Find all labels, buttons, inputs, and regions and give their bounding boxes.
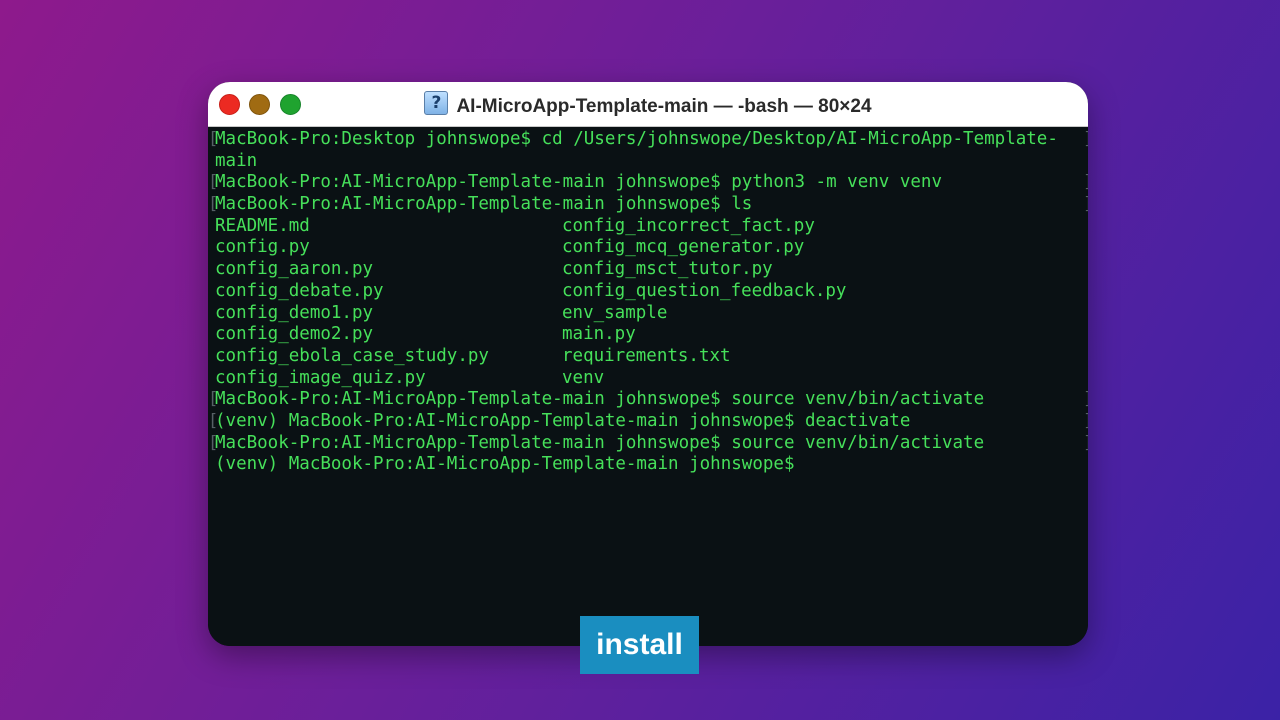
terminal-output[interactable]: [MacBook-Pro:Desktop johnswope$ cd /User…: [208, 127, 1088, 646]
ls-row: config.py config_mcq_generator.py: [215, 237, 1088, 259]
ls-file: config.py: [215, 237, 310, 258]
window-title: AI-MicroApp-Template-main — -bash — 80×2…: [208, 91, 1088, 118]
title-bar[interactable]: AI-MicroApp-Template-main — -bash — 80×2…: [208, 82, 1088, 127]
terminal-line: [MacBook-Pro:AI-MicroApp-Template-main j…: [208, 432, 1088, 455]
ls-file: config_aaron.py: [215, 259, 374, 280]
terminal-line: main: [215, 151, 1088, 173]
line-bracket-left: [: [208, 432, 219, 453]
terminal-line: [MacBook-Pro:Desktop johnswope$ cd /User…: [208, 129, 1088, 151]
ls-file: config_ebola_case_study.py: [215, 345, 489, 366]
ls-file: env_sample: [562, 302, 668, 323]
ls-file: config_demo1.py: [215, 302, 374, 323]
terminal-line: [(venv) MacBook-Pro:AI-MicroApp-Template…: [208, 410, 1088, 433]
ls-row: README.md config_incorrect_fact.py: [215, 216, 1088, 238]
line-bracket-right: ]: [1083, 129, 1088, 151]
ls-file: config_mcq_generator.py: [562, 237, 805, 258]
terminal-prompt: (venv) MacBook-Pro:AI-MicroApp-Template-…: [215, 454, 795, 475]
ls-file: main.py: [562, 324, 636, 345]
terminal-line-text: MacBook-Pro:AI-MicroApp-Template-main jo…: [215, 172, 942, 193]
ls-row: config_aaron.py config_msct_tutor.py: [215, 259, 1088, 281]
ls-row: config_demo1.py env_sample: [215, 303, 1088, 325]
ls-file: README.md: [215, 215, 310, 236]
line-bracket-left: [: [208, 129, 219, 149]
ls-file: config_incorrect_fact.py: [562, 215, 815, 236]
ls-file: venv: [562, 367, 605, 388]
terminal-line: [MacBook-Pro:AI-MicroApp-Template-main j…: [208, 389, 1088, 411]
terminal-line: [MacBook-Pro:AI-MicroApp-Template-main j…: [208, 172, 1088, 194]
line-bracket-right: ]: [1083, 389, 1088, 411]
install-badge: install: [580, 616, 699, 674]
window-title-text: AI-MicroApp-Template-main — -bash — 80×2…: [456, 96, 872, 117]
terminal-line-text: MacBook-Pro:AI-MicroApp-Template-main jo…: [215, 389, 985, 410]
line-bracket-right: ]: [1083, 172, 1088, 194]
ls-row: config_debate.py config_question_feedback…: [215, 281, 1088, 303]
line-bracket-right: ]: [1083, 433, 1088, 455]
terminal-line-text: MacBook-Pro:Desktop johnswope$ cd /Users…: [215, 129, 1058, 149]
terminal-line-text: MacBook-Pro:AI-MicroApp-Template-main jo…: [215, 432, 985, 453]
ls-file: config_debate.py: [215, 280, 384, 301]
line-bracket-left: [: [208, 389, 219, 410]
ls-file: requirements.txt: [562, 345, 731, 366]
terminal-line: [MacBook-Pro:AI-MicroApp-Template-main j…: [208, 194, 1088, 216]
ls-file: config_demo2.py: [215, 324, 374, 345]
terminal-line-text: MacBook-Pro:AI-MicroApp-Template-main jo…: [215, 194, 753, 215]
line-bracket-left: [: [208, 194, 219, 215]
line-bracket-left: [: [208, 410, 219, 431]
ls-row: config_demo2.py main.py: [215, 324, 1088, 346]
ls-file: config_msct_tutor.py: [562, 259, 773, 280]
ls-row: config_image_quiz.py venv: [215, 368, 1088, 390]
line-bracket-left: [: [208, 172, 219, 193]
terminal-line-text: (venv) MacBook-Pro:AI-MicroApp-Template-…: [215, 410, 911, 431]
ls-file: config_image_quiz.py: [215, 367, 426, 388]
ls-row: config_ebola_case_study.py requirements.t…: [215, 346, 1088, 368]
line-bracket-right: ]: [1083, 411, 1088, 433]
terminal-line-text: main: [215, 150, 258, 171]
ls-file: config_question_feedback.py: [562, 280, 847, 301]
folder-question-icon: [424, 91, 449, 115]
terminal-prompt-line[interactable]: (venv) MacBook-Pro:AI-MicroApp-Template-…: [215, 454, 1088, 476]
line-bracket-right: ]: [1083, 194, 1088, 216]
terminal-window: AI-MicroApp-Template-main — -bash — 80×2…: [208, 82, 1088, 646]
